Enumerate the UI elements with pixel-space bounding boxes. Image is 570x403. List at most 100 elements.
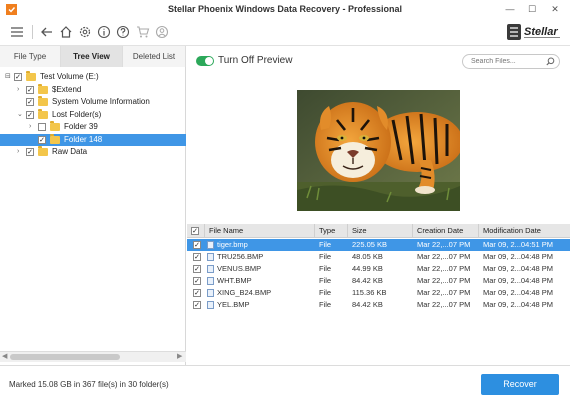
cell-created: Mar 22,...07 PM — [417, 300, 471, 309]
tree-node[interactable]: ✓ System Volume Information — [0, 96, 186, 108]
stellar-logo-icon: Stellar — [507, 24, 560, 40]
folder-icon — [26, 71, 36, 81]
select-all-header[interactable]: ✓ — [187, 224, 205, 238]
search-icon[interactable] — [546, 57, 555, 66]
tree-node[interactable]: ✓ Folder 148 — [0, 133, 186, 146]
cell-created: Mar 22,...07 PM — [417, 276, 471, 285]
cell-name: VENUS.BMP — [217, 264, 262, 273]
cell-type: File — [319, 300, 332, 309]
row-checkbox[interactable]: ✓ — [193, 301, 201, 309]
cell-modified: Mar 09, 2...04:48 PM — [483, 288, 554, 297]
folder-icon — [38, 146, 48, 156]
title-bar: Stellar Phoenix Windows Data Recovery - … — [0, 0, 570, 19]
tree-node-checkbox[interactable]: ✓ — [26, 85, 34, 94]
file-icon — [207, 277, 214, 285]
expand-toggle-icon[interactable]: › — [17, 146, 19, 158]
cart-icon[interactable] — [136, 25, 150, 39]
tree-node[interactable]: ⊟ ✓ Test Volume (E:) — [0, 71, 186, 83]
user-icon[interactable] — [155, 25, 169, 39]
table-row[interactable]: ✓ VENUS.BMP File 44.99 KB Mar 22,...07 PM Mar… — [187, 263, 570, 275]
column-modification-date[interactable]: Modification Date — [479, 224, 570, 238]
scroll-left-icon[interactable]: ◀ — [2, 352, 7, 362]
tree-node-label: Raw Data — [52, 147, 88, 156]
table-row[interactable]: ✓ TRU256.BMP File 48.05 KB Mar 22,...07 PM Ma… — [187, 251, 570, 263]
cell-created: Mar 22,...07 PM — [417, 252, 471, 261]
recover-button[interactable]: Recover — [481, 374, 559, 395]
preview-toggle-label: Turn Off Preview — [218, 55, 293, 66]
file-icon — [207, 301, 214, 309]
help-icon[interactable] — [116, 25, 130, 39]
minimize-button[interactable]: — — [500, 2, 520, 16]
cell-type: File — [319, 276, 332, 285]
row-checkbox[interactable]: ✓ — [193, 241, 201, 249]
gear-icon[interactable] — [78, 25, 92, 39]
cell-modified: Mar 09, 2...04:48 PM — [483, 276, 554, 285]
tree-node-checkbox[interactable]: ✓ — [26, 110, 34, 119]
tree-node-checkbox[interactable] — [38, 123, 46, 131]
column-creation-date[interactable]: Creation Date — [413, 224, 479, 238]
expand-toggle-icon[interactable]: › — [17, 84, 19, 96]
row-checkbox[interactable]: ✓ — [193, 289, 201, 297]
tree-node-label: Folder 148 — [64, 134, 103, 144]
cell-size: 84.42 KB — [352, 300, 383, 309]
select-all-checkbox[interactable]: ✓ — [191, 227, 199, 235]
folder-icon — [38, 96, 48, 106]
cell-modified: Mar 09, 2...04:48 PM — [483, 264, 554, 273]
column-size[interactable]: Size — [348, 224, 413, 238]
row-checkbox[interactable]: ✓ — [193, 265, 201, 273]
scroll-right-icon[interactable]: ▶ — [177, 352, 182, 362]
column-file-name[interactable]: File Name — [205, 224, 315, 238]
cell-modified: Mar 09, 2...04:48 PM — [483, 252, 554, 261]
folder-icon — [38, 83, 48, 94]
preview-toggle[interactable] — [196, 56, 214, 66]
cell-size: 44.99 KB — [352, 264, 383, 273]
cell-type: File — [319, 252, 332, 261]
cell-type: File — [319, 240, 332, 249]
table-row[interactable]: ✓ YEL.BMP File 84.42 KB Mar 22,...07 PM Mar 0… — [187, 299, 570, 311]
cell-size: 115.36 KB — [352, 288, 387, 297]
expand-toggle-icon[interactable]: ⊟ — [5, 71, 11, 83]
status-text: Marked 15.08 GB in 367 file(s) in 30 fol… — [9, 380, 169, 389]
tab-tree-view[interactable]: Tree View — [61, 46, 123, 67]
cell-name: tiger.bmp — [217, 240, 248, 249]
folder-icon — [50, 121, 60, 131]
column-type[interactable]: Type — [315, 224, 348, 238]
cell-created: Mar 22,...07 PM — [417, 240, 471, 249]
tree-node[interactable]: › ✓ $Extend — [0, 83, 186, 96]
row-checkbox[interactable]: ✓ — [193, 277, 201, 285]
table-row[interactable]: ✓ WHT.BMP File 84.42 KB Mar 22,...07 PM Mar 0… — [187, 275, 570, 287]
tree-horizontal-scrollbar[interactable]: ◀ ▶ — [0, 351, 186, 362]
window-title: Stellar Phoenix Windows Data Recovery - … — [168, 4, 402, 14]
expand-toggle-icon[interactable]: › — [29, 121, 31, 133]
tab-file-type[interactable]: File Type — [0, 46, 61, 67]
row-checkbox[interactable]: ✓ — [193, 253, 201, 261]
table-header: ✓ File Name Type Size Creation Date Modi… — [187, 224, 570, 238]
toolbar: Stellar — [0, 19, 570, 46]
tree-node-label: Test Volume (E:) — [40, 72, 99, 81]
tree-node-label: $Extend — [52, 84, 82, 94]
table-row[interactable]: ✓ tiger.bmp File 225.05 KB Mar 22,...07 PM Ma… — [187, 239, 570, 251]
scrollbar-thumb[interactable] — [10, 354, 120, 360]
cell-size: 84.42 KB — [352, 276, 383, 285]
tree-node[interactable]: › ✓ Raw Data — [0, 146, 186, 158]
file-icon — [207, 289, 214, 297]
home-icon[interactable] — [59, 25, 73, 39]
folder-icon — [38, 108, 48, 119]
tree-node-checkbox[interactable]: ✓ — [14, 73, 22, 81]
cell-modified: Mar 09, 2...04:48 PM — [483, 300, 554, 309]
expand-toggle-icon[interactable]: ⌄ — [17, 109, 23, 121]
tree-node-checkbox[interactable]: ✓ — [38, 135, 46, 144]
info-icon[interactable] — [97, 25, 111, 39]
file-icon — [207, 241, 214, 249]
maximize-button[interactable]: ☐ — [522, 2, 542, 16]
tree-node[interactable]: ⌄ ✓ Lost Folder(s) — [0, 108, 186, 121]
tree-node-checkbox[interactable]: ✓ — [26, 148, 34, 156]
table-row[interactable]: ✓ XING_B24.BMP File 115.36 KB Mar 22,...07 P… — [187, 287, 570, 299]
tree-node-label: Lost Folder(s) — [52, 109, 102, 119]
menu-icon[interactable] — [10, 25, 24, 39]
tree-node[interactable]: › Folder 39 — [0, 121, 186, 133]
close-button[interactable]: ✕ — [545, 2, 565, 16]
back-icon[interactable] — [40, 25, 54, 39]
tab-deleted-list[interactable]: Deleted List — [123, 46, 186, 67]
tree-node-checkbox[interactable]: ✓ — [26, 98, 34, 106]
